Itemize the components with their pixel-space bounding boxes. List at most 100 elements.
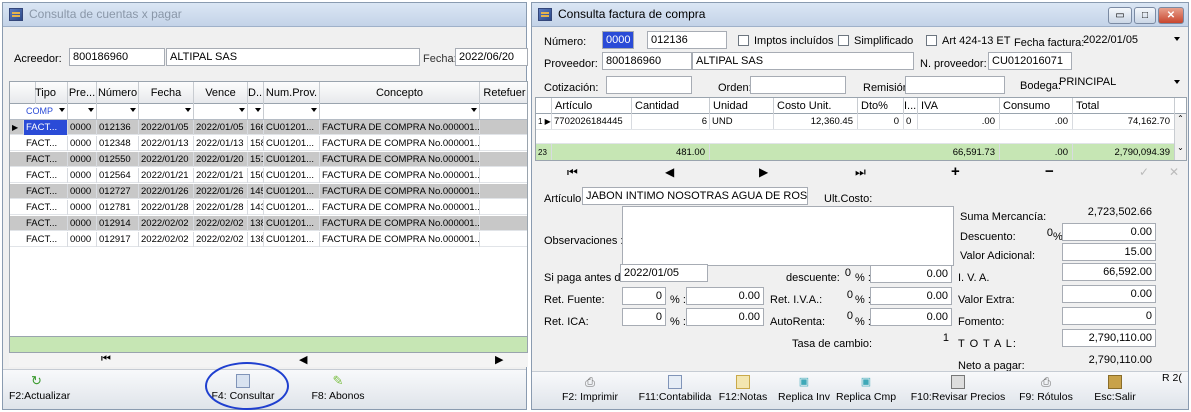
col-numero[interactable]: Número — [97, 82, 139, 104]
cell-vence[interactable]: 2022/02/02 — [194, 216, 248, 231]
cell-d[interactable]: 138 — [248, 216, 264, 231]
cell-tipo[interactable]: FACT... — [24, 200, 68, 215]
col-total[interactable]: Total — [1073, 98, 1175, 114]
descuento-value-field[interactable]: 0.00 — [1062, 223, 1156, 241]
cell-fecha[interactable]: 2022/01/13 — [139, 136, 194, 151]
cell-vence[interactable]: 2022/01/28 — [194, 200, 248, 215]
fecha-field[interactable]: 2022/06/20 — [455, 48, 528, 66]
col-concepto[interactable]: Concepto — [320, 82, 480, 104]
cell-pre[interactable]: 0000 — [68, 216, 97, 231]
descuente-pct-field[interactable]: 0 — [828, 265, 854, 283]
autorenta-value-field[interactable]: 0.00 — [870, 308, 952, 326]
cell-d[interactable]: 138 — [248, 232, 264, 247]
cut-off-button[interactable]: R 2( — [1162, 373, 1186, 384]
fecha-factura-field[interactable]: 2022/01/05 — [1080, 32, 1186, 50]
cell-fecha[interactable]: 2022/01/05 — [139, 120, 194, 135]
col-iva[interactable]: IVA — [918, 98, 1000, 114]
ret-fuente-pct-field[interactable]: 0 — [622, 287, 666, 305]
scroll-up-icon[interactable]: ⌃ — [1175, 114, 1186, 123]
col-vence[interactable]: Vence — [194, 82, 248, 104]
cell-fecha[interactable]: 2022/01/20 — [139, 152, 194, 167]
iva-summary-field[interactable]: 66,592.00 — [1062, 263, 1156, 281]
filter-dias[interactable] — [248, 104, 264, 119]
next-record-icon[interactable]: ▶ — [495, 353, 503, 366]
cell-numero[interactable]: 012136 — [97, 120, 139, 135]
cell-concepto[interactable]: FACTURA DE COMPRA No.000001... — [320, 216, 480, 231]
cell-pre[interactable]: 0000 — [68, 232, 97, 247]
cell-numero[interactable]: 012564 — [97, 168, 139, 183]
col-fecha[interactable]: Fecha — [139, 82, 194, 104]
close-icon[interactable]: ✕ — [1158, 7, 1184, 24]
cell-fecha[interactable]: 2022/02/02 — [139, 216, 194, 231]
table-row[interactable]: FACT...00000129142022/02/022022/02/02138… — [10, 216, 527, 231]
first-record-icon[interactable]: ⏮ — [567, 165, 578, 180]
cell-d[interactable]: 158 — [248, 136, 264, 151]
scroll-down-icon[interactable]: ⌄ — [1175, 143, 1186, 152]
item-cantidad[interactable]: 6 — [632, 114, 710, 129]
filter-prefijo[interactable] — [68, 104, 97, 119]
item-articulo[interactable]: 7702026184445 — [552, 114, 632, 129]
cell-vence[interactable]: 2022/02/02 — [194, 232, 248, 247]
cell-d[interactable]: 151 — [248, 152, 264, 167]
item-dto[interactable]: 0 — [858, 114, 904, 129]
cell-numprov[interactable]: CU01201... — [264, 120, 320, 135]
tasa-cambio-field[interactable]: 1 — [870, 330, 952, 348]
cell-pre[interactable]: 0000 — [68, 168, 97, 183]
col-i[interactable]: I... — [904, 98, 918, 114]
col-consumo[interactable]: Consumo — [1000, 98, 1073, 114]
filter-vence[interactable] — [194, 104, 248, 119]
cell-tipo[interactable]: FACT... — [24, 120, 68, 135]
cell-numprov[interactable]: CU01201... — [264, 184, 320, 199]
fomento-field[interactable]: 0 — [1062, 307, 1156, 325]
replica-cmp-button[interactable]: ▣ Replica Cmp — [836, 375, 896, 403]
table-row[interactable]: FACT...00000127812022/01/282022/01/28143… — [10, 200, 527, 215]
cell-concepto[interactable]: FACTURA DE COMPRA No.000001... — [320, 136, 480, 151]
articulo-field[interactable]: JABON INTIMO NOSOTRAS AGUA DE ROSAS X 2 — [582, 187, 808, 205]
cell-pre[interactable]: 0000 — [68, 200, 97, 215]
cell-numprov[interactable]: CU01201... — [264, 136, 320, 151]
ret-iva-pct-field[interactable]: 0 — [822, 287, 856, 305]
remision-field[interactable] — [905, 76, 1005, 94]
proveedor-name-field[interactable]: ALTIPAL SAS — [692, 52, 914, 70]
ret-fuente-value-field[interactable]: 0.00 — [686, 287, 764, 305]
cell-fecha[interactable]: 2022/01/28 — [139, 200, 194, 215]
cell-vence[interactable]: 2022/01/20 — [194, 152, 248, 167]
col-tipo[interactable]: Tipo — [24, 82, 68, 104]
cell-numprov[interactable]: CU01201... — [264, 200, 320, 215]
delete-record-icon[interactable]: − — [1045, 163, 1054, 180]
cell-tipo[interactable]: FACT... — [24, 216, 68, 231]
cell-d[interactable]: 166 — [248, 120, 264, 135]
item-costo[interactable]: 12,360.45 — [774, 114, 858, 129]
prior-record-icon[interactable]: ◀ — [665, 165, 674, 179]
simplificado-checkbox[interactable] — [838, 35, 849, 46]
numero-field[interactable]: 012136 — [647, 31, 727, 49]
autorenta-pct-field[interactable]: 0 — [822, 308, 856, 326]
cell-vence[interactable]: 2022/01/05 — [194, 120, 248, 135]
cell-numero[interactable]: 012914 — [97, 216, 139, 231]
cell-numero[interactable]: 012550 — [97, 152, 139, 167]
col-prefijo[interactable]: Pre... — [68, 82, 97, 104]
filter-num-prov[interactable] — [264, 104, 320, 119]
acreedor-code-field[interactable]: 800186960 — [69, 48, 165, 66]
table-row[interactable]: FACT...00000127272022/01/262022/01/26145… — [10, 184, 527, 199]
notas-button[interactable]: F12:Notas — [716, 375, 770, 403]
cell-vence[interactable]: 2022/01/26 — [194, 184, 248, 199]
col-retefuente[interactable]: Retefuer — [480, 82, 527, 104]
cell-tipo[interactable]: FACT... — [24, 136, 68, 151]
first-record-icon[interactable]: ⏮ — [101, 353, 111, 366]
numero-prefix-field[interactable]: 0000 — [602, 31, 634, 49]
cell-numero[interactable]: 012781 — [97, 200, 139, 215]
last-record-icon[interactable]: ⏭ — [855, 165, 866, 180]
cell-concepto[interactable]: FACTURA DE COMPRA No.000001... — [320, 184, 480, 199]
cell-vence[interactable]: 2022/01/13 — [194, 136, 248, 151]
maximize-icon[interactable]: □ — [1134, 7, 1156, 24]
col-num-prov[interactable]: Num.Prov. — [264, 82, 320, 104]
cell-numprov[interactable]: CU01201... — [264, 152, 320, 167]
contabilidad-button[interactable]: F11:Contabilida — [636, 375, 714, 403]
cell-concepto[interactable]: FACTURA DE COMPRA No.000001... — [320, 200, 480, 215]
cotizacion-field[interactable] — [606, 76, 692, 94]
col-unidad[interactable]: Unidad — [710, 98, 774, 114]
actualizar-button[interactable]: ↻ F2:Actualizar — [9, 374, 79, 403]
rotulos-button[interactable]: ⎙ F9: Rótulos — [1016, 375, 1076, 403]
item-row[interactable]: 1 ▶ 7702026184445 6 UND 12,360.45 0 0 .0… — [536, 114, 1186, 130]
